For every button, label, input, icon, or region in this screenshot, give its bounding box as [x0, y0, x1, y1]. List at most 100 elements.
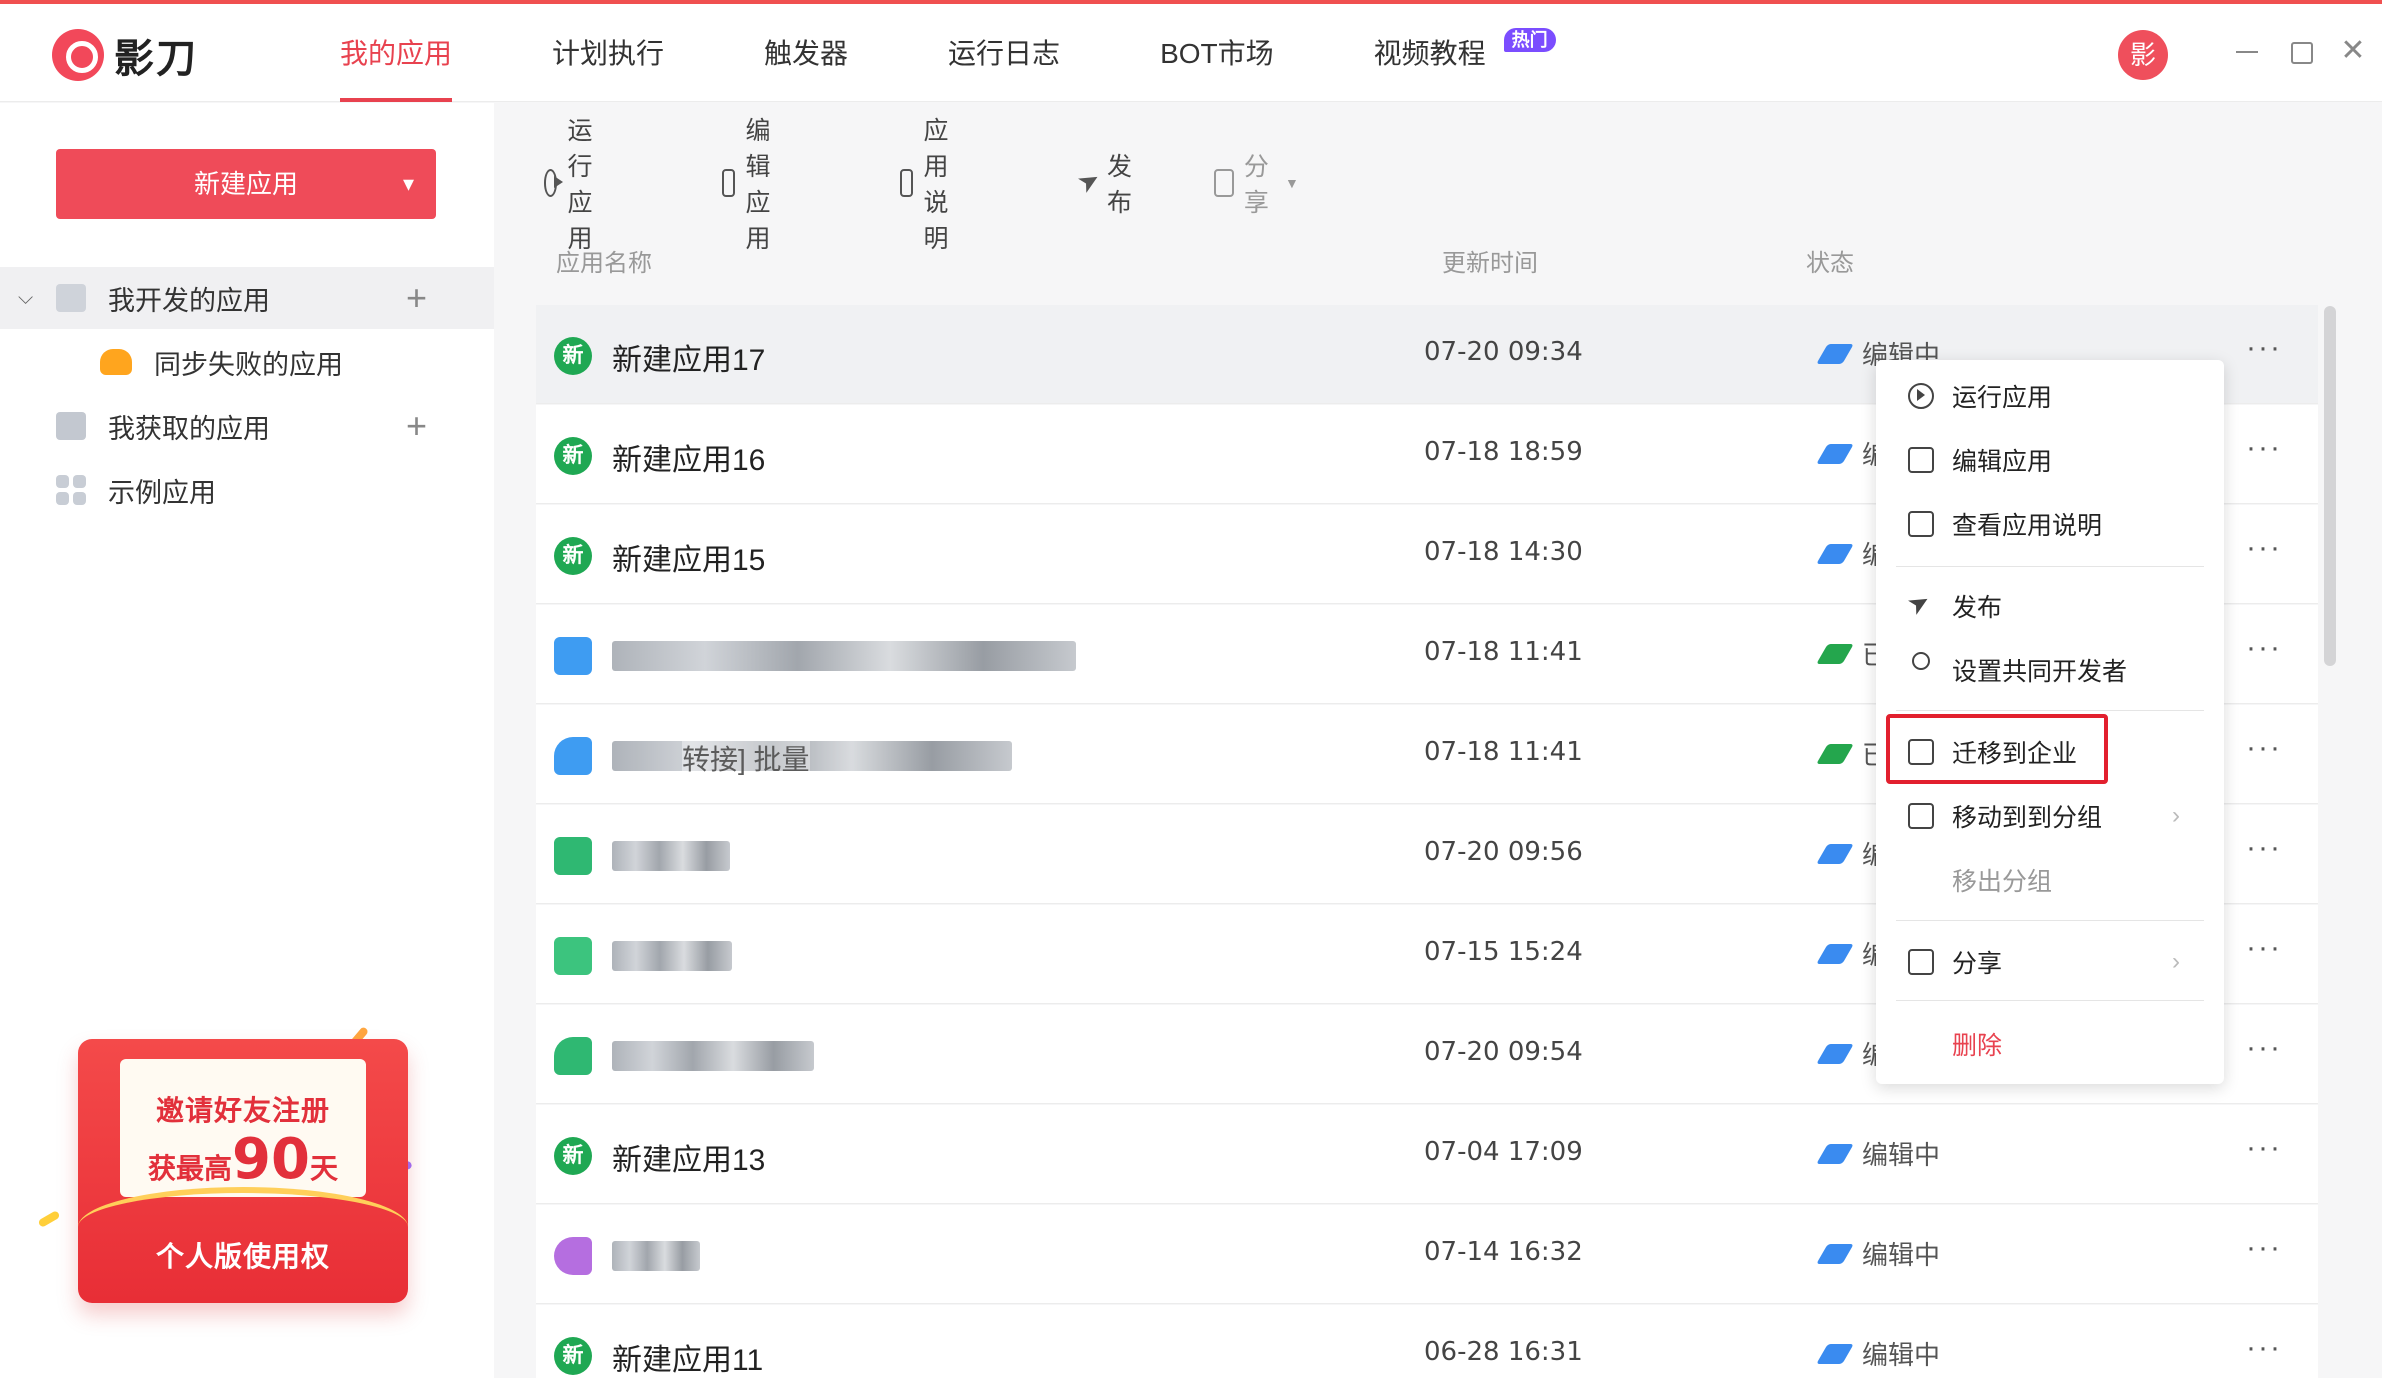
app-new-icon: 新 [554, 1137, 592, 1175]
cloud-warning-icon [100, 349, 132, 375]
nav-triggers[interactable]: 触发器 [764, 4, 848, 102]
pencil-icon [1816, 1343, 1854, 1364]
status-text: 编辑中 [1862, 1240, 1941, 1270]
app-name: 新建应用13 [612, 1144, 766, 1177]
scrollbar[interactable] [2324, 306, 2336, 666]
app-updated-time: 07-04 17:09 [1424, 1137, 1583, 1167]
app-name-blurred [612, 1041, 814, 1071]
menu-divider [1896, 566, 2204, 567]
chevron-down-icon[interactable]: ⌵ [18, 287, 33, 310]
menu-item-co-developer[interactable]: 设置共同开发者 [1876, 640, 2224, 700]
app-icon [554, 637, 592, 675]
play-icon [544, 169, 564, 197]
play-icon [1908, 383, 1934, 409]
status-badge: 编辑中 [1816, 1335, 1941, 1372]
maximize-icon[interactable] [2285, 36, 2315, 66]
app-doc-button[interactable]: 应用说明 [900, 117, 963, 253]
app-name: 新建应用16 [612, 444, 766, 477]
more-icon[interactable]: ··· [2246, 1231, 2282, 1265]
more-icon[interactable]: ··· [2246, 431, 2282, 465]
new-app-button[interactable]: 新建应用 ▾ [56, 149, 436, 219]
nav-video-tutorials[interactable]: 视频教程 热门 [1373, 4, 1556, 102]
close-icon[interactable]: ✕ [2338, 36, 2368, 66]
menu-item-publish[interactable]: 发布 [1876, 576, 2224, 636]
minimize-icon[interactable] [2232, 36, 2262, 66]
app-updated-time: 07-15 15:24 [1424, 937, 1583, 967]
add-icon[interactable]: + [406, 405, 427, 447]
promo-line2: 获最高90天 [78, 1127, 408, 1192]
menu-item-edit-app[interactable]: 编辑应用 [1876, 430, 2224, 490]
nav-run-logs[interactable]: 运行日志 [948, 4, 1060, 102]
folder-icon [1908, 803, 1934, 829]
confetti-decoration [37, 1210, 61, 1228]
logo-icon [52, 29, 104, 81]
app-icon [554, 737, 592, 775]
more-icon[interactable]: ··· [2246, 831, 2282, 865]
status-text: 编辑中 [1862, 1340, 1941, 1370]
app-new-icon: 新 [554, 1337, 592, 1375]
chevron-down-icon[interactable]: ▾ [403, 149, 414, 219]
pencil-icon [1816, 443, 1854, 464]
invite-promo-banner[interactable]: 邀请好友注册 获最高90天 个人版使用权 [37, 1026, 413, 1309]
more-icon[interactable]: ··· [2246, 631, 2282, 665]
nav-bot-market[interactable]: BOT市场 [1160, 4, 1274, 102]
add-icon[interactable]: + [406, 277, 427, 319]
more-icon[interactable]: ··· [2246, 931, 2282, 965]
more-icon[interactable]: ··· [2246, 1131, 2282, 1165]
more-icon[interactable]: ··· [2246, 731, 2282, 765]
edit-app-button[interactable]: 编辑应用 [722, 117, 785, 253]
caret-down-icon: ▼ [1285, 175, 1299, 191]
app-updated-time: 07-20 09:34 [1424, 337, 1583, 367]
new-app-button-label: 新建应用 [193, 169, 298, 199]
edit-icon [1908, 447, 1934, 473]
pencil-icon [1816, 543, 1854, 564]
column-header-name: 应用名称 [556, 250, 652, 277]
nav-schedule[interactable]: 计划执行 [552, 4, 664, 102]
table-row[interactable]: 07-14 16:32 编辑中 ··· [536, 1205, 2318, 1304]
more-icon[interactable]: ··· [2246, 331, 2282, 365]
menu-item-run-app[interactable]: 运行应用 [1876, 366, 2224, 426]
app-updated-time: 06-28 16:31 [1424, 1337, 1583, 1367]
nav-video-tutorials-label: 视频教程 [1373, 38, 1486, 69]
grid-icon [56, 475, 86, 505]
hot-badge: 热门 [1503, 28, 1556, 52]
share-icon [1908, 949, 1934, 975]
app-new-icon: 新 [554, 537, 592, 575]
app-name: 新建应用15 [612, 544, 766, 577]
app-name-blurred [612, 941, 732, 971]
send-icon [1816, 643, 1854, 664]
promo-line2-prefix: 获最高 [148, 1153, 233, 1184]
send-icon [1816, 743, 1854, 764]
avatar[interactable]: 影 [2118, 30, 2168, 80]
menu-item-label: 分享 [1952, 950, 2003, 978]
sidebar-item-sample-apps[interactable]: 示例应用 [0, 459, 494, 521]
menu-item-delete[interactable]: 删除 [1876, 1014, 2224, 1074]
publish-button[interactable]: 发布 [1078, 153, 1141, 217]
sidebar-item-acquired-apps[interactable]: 我获取的应用 + [0, 395, 494, 457]
sidebar-item-my-developed-apps[interactable]: ⌵ 我开发的应用 + [0, 267, 494, 329]
menu-item-view-doc[interactable]: 查看应用说明 [1876, 494, 2224, 554]
app-name-partial: 转接] 批量 [682, 738, 810, 778]
menu-item-move-to-group[interactable]: 移动到到分组 › [1876, 786, 2224, 846]
menu-item-label: 发布 [1952, 594, 2003, 622]
more-icon[interactable]: ··· [2246, 531, 2282, 565]
status-badge: 编辑中 [1816, 1135, 1941, 1172]
table-row[interactable]: 新 新建应用13 07-04 17:09 编辑中 ··· [536, 1105, 2318, 1204]
nav-my-apps[interactable]: 我的应用 [340, 4, 453, 102]
more-icon[interactable]: ··· [2246, 1031, 2282, 1065]
menu-item-label: 设置共同开发者 [1952, 658, 2128, 686]
sidebar-item-sync-failed-apps[interactable]: 同步失败的应用 [0, 331, 494, 393]
status-text: 编辑中 [1862, 1140, 1941, 1170]
run-app-button[interactable]: 运行应用 [544, 117, 607, 253]
share-button[interactable]: 分享 ▼ [1214, 153, 1299, 217]
document-icon [1908, 511, 1934, 537]
more-icon[interactable]: ··· [2246, 1331, 2282, 1365]
chevron-right-icon: › [2172, 948, 2180, 975]
highlight-box [1886, 714, 2108, 784]
app-name-blurred [612, 841, 730, 871]
menu-item-share[interactable]: 分享 › [1876, 932, 2224, 992]
table-row[interactable]: 新 新建应用11 06-28 16:31 编辑中 ··· [536, 1305, 2318, 1378]
sidebar-item-label: 我获取的应用 [108, 413, 270, 444]
menu-item-label: 编辑应用 [1952, 448, 2053, 476]
app-updated-time: 07-18 11:41 [1424, 637, 1583, 667]
